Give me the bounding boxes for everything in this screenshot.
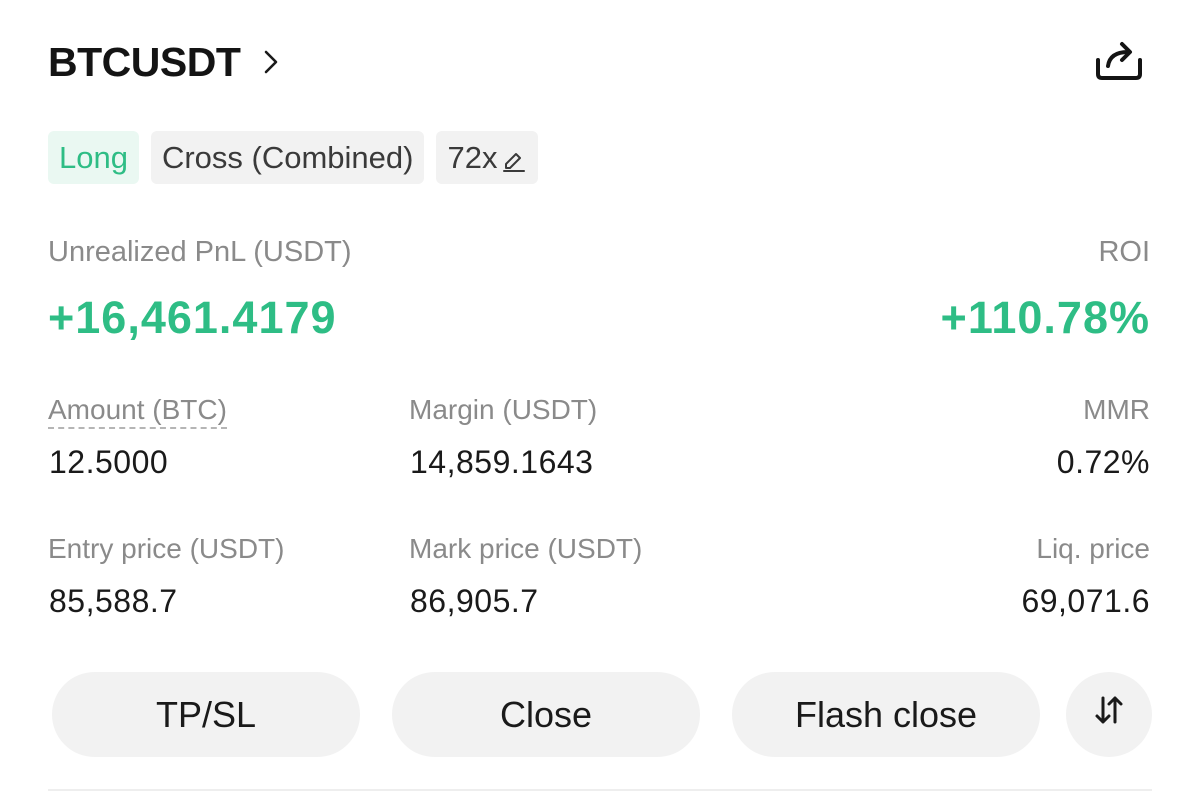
flash-close-button[interactable]: Flash close xyxy=(732,672,1040,757)
liq-price-label: Liq. price xyxy=(1036,533,1150,564)
margin-label: Margin (USDT) xyxy=(409,394,598,425)
amount-label[interactable]: Amount (BTC) xyxy=(48,394,227,429)
position-actions: TP/SL Close Flash close xyxy=(52,672,1152,757)
position-card: BTCUSDT Long Cross (Combined) 72x Unreal… xyxy=(0,0,1200,799)
bottom-divider xyxy=(48,789,1152,791)
unrealized-pnl-value: +16,461.4179 xyxy=(48,292,337,343)
amount-label-text: Amount (BTC) xyxy=(48,394,227,429)
mark-price-label: Mark price (USDT) xyxy=(409,533,643,564)
roi-value: +110.78% xyxy=(940,292,1150,343)
position-header: BTCUSDT xyxy=(48,34,1152,90)
pencil-icon xyxy=(501,145,527,172)
symbol-title: BTCUSDT xyxy=(48,38,241,85)
chevron-right-icon xyxy=(262,47,282,77)
tpsl-button[interactable]: TP/SL xyxy=(52,672,360,757)
swap-arrows-icon xyxy=(1089,690,1129,739)
liq-price-value: 69,071.6 xyxy=(1021,583,1150,619)
entry-price-label: Entry price (USDT) xyxy=(48,533,285,564)
share-icon[interactable] xyxy=(1092,36,1146,84)
margin-mode-label: Cross (Combined) xyxy=(161,139,414,175)
symbol-link[interactable]: BTCUSDT xyxy=(48,39,282,86)
mark-price-value: 86,905.7 xyxy=(410,583,539,619)
margin-mode-badge: Cross (Combined) xyxy=(150,131,425,184)
amount-value: 12.5000 xyxy=(49,444,169,480)
leverage-button[interactable]: 72x xyxy=(436,131,539,184)
close-button[interactable]: Close xyxy=(392,672,700,757)
leverage-label: 72x xyxy=(447,139,498,175)
side-label: Long xyxy=(59,139,128,175)
margin-value: 14,859.1643 xyxy=(410,444,594,480)
entry-price-value: 85,588.7 xyxy=(49,583,178,619)
position-tags: Long Cross (Combined) 72x xyxy=(48,131,539,184)
reverse-position-button[interactable] xyxy=(1066,672,1152,757)
mmr-value: 0.72% xyxy=(1056,444,1150,480)
mmr-label: MMR xyxy=(1083,394,1150,425)
unrealized-pnl-label: Unrealized PnL (USDT) xyxy=(48,236,352,268)
side-badge: Long xyxy=(48,131,139,184)
roi-label: ROI xyxy=(1098,236,1150,268)
